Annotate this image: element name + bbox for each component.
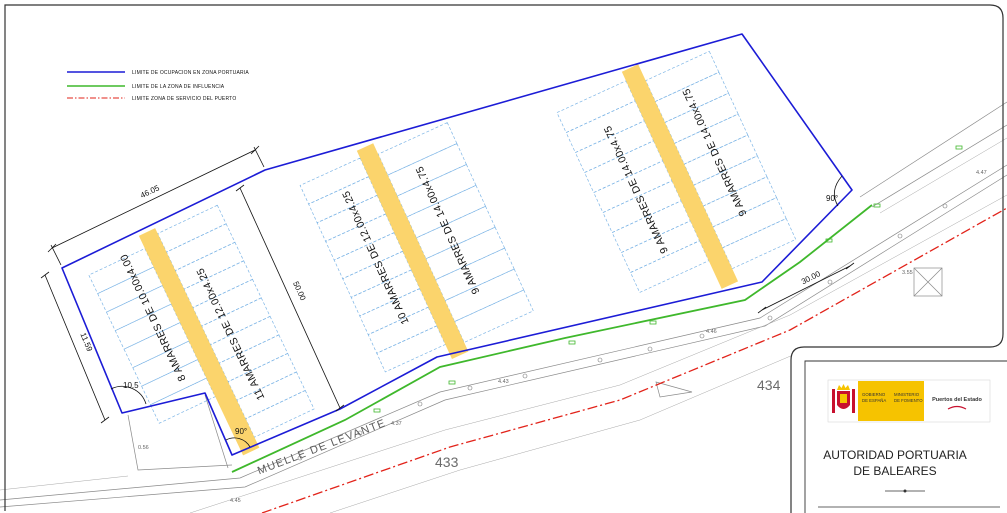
dimension-tick <box>47 243 57 253</box>
dimension-tick <box>250 145 260 155</box>
dimension-label: 30.00 <box>800 269 822 286</box>
profile-number: 434 <box>757 377 781 393</box>
spot-level: 4.47 <box>976 170 987 176</box>
quay-marker <box>448 380 456 385</box>
extension-line <box>253 146 265 168</box>
dimension-tick <box>757 306 767 314</box>
port-plan: 8 AMARRES DE 10.00x4.00 11 AMARRES DE 12… <box>0 4 1007 513</box>
legend: LIMITE DE OCUPACION EN ZONA PORTUARIA LI… <box>67 70 249 102</box>
road-edge-line <box>0 475 129 491</box>
quay-marker <box>568 340 576 345</box>
government-label: DE ESPAÑA <box>862 398 886 403</box>
dimension-tick <box>40 271 50 279</box>
spot-level: 4.43 <box>498 379 509 385</box>
dimension-left-edge: 11.59 <box>40 271 110 424</box>
berth-slip <box>565 100 645 154</box>
profile-number: 433 <box>435 454 459 470</box>
bollard <box>522 373 528 379</box>
quay-marker <box>373 408 381 413</box>
berth-slip <box>722 218 797 270</box>
bollard <box>597 357 603 363</box>
quay-marker <box>955 145 963 150</box>
quay-marker <box>649 320 657 325</box>
agency-label: Puertos del Estado <box>932 397 982 403</box>
bollard <box>897 233 903 239</box>
berth-slip <box>149 377 216 424</box>
spot-level: 4.46 <box>706 329 717 335</box>
legend-label: LIMITE DE OCUPACION EN ZONA PORTUARIA <box>132 70 249 76</box>
spot-level: 0.56 <box>138 445 149 451</box>
berth-slip <box>556 80 636 134</box>
dimension-label: 50.00 <box>291 280 308 302</box>
spot-level: 4.37 <box>391 421 402 427</box>
bollard <box>827 279 833 285</box>
authority-name: DE BALEARES <box>853 464 936 478</box>
bollard <box>647 346 653 352</box>
dimension-tick <box>235 184 245 192</box>
road-edge-line <box>879 137 1007 214</box>
ministry-label: DE FOMENTO <box>894 398 923 403</box>
access-structure <box>127 414 233 471</box>
bollard <box>767 315 773 321</box>
bollard <box>942 203 948 209</box>
influence-zone-limit-line <box>231 204 873 473</box>
road-edge-line <box>859 101 1007 198</box>
angle-label: 90° <box>235 427 247 436</box>
dimension-label: 11.59 <box>78 331 94 353</box>
quay-name: MUELLE DE LEVANTE <box>256 417 388 477</box>
dimension-line <box>44 274 106 421</box>
authority-name: AUTORIDAD PORTUARIA <box>823 448 967 462</box>
bollard <box>699 333 705 339</box>
bollard <box>417 401 423 407</box>
mooring-group-1: 8 AMARRES DE 10.00x4.00 11 AMARRES DE 12… <box>88 204 315 456</box>
dimension-tick <box>100 416 110 424</box>
hatched-triangle <box>655 381 693 398</box>
mooring-group-2: 10 AMARRES DE 12.00x4.25 9 AMARRES DE 14… <box>299 122 534 373</box>
bollard <box>467 385 473 391</box>
berth-slip <box>712 197 787 249</box>
spot-level: 3.55 <box>902 270 913 276</box>
dimension-label: 46.05 <box>139 183 161 200</box>
legend-label: LIMITE ZONA DE SERVICIO DEL PUERTO <box>132 96 236 102</box>
government-label: GOBIERNO <box>862 392 886 397</box>
title-divider-dot <box>903 489 907 493</box>
legend-label: LIMITE DE LA ZONA DE INFLUENCIA <box>132 84 225 90</box>
title-block-background <box>791 347 1007 513</box>
extension-line <box>50 244 62 266</box>
angle-label: 90° <box>826 194 838 203</box>
road-edge-line <box>871 124 1007 208</box>
angle-label: 10.5 <box>123 381 139 390</box>
ministry-label: MINISTERIO <box>894 392 920 397</box>
spot-level: 4.45 <box>230 498 241 504</box>
